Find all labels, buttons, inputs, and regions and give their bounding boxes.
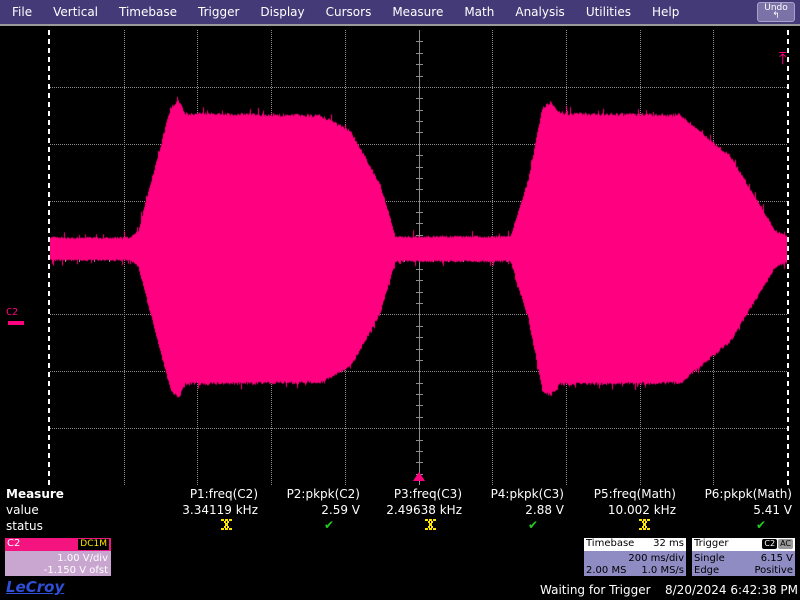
menu-item-trigger[interactable]: Trigger — [189, 6, 248, 18]
measure-column-value: 2.59 V — [321, 504, 360, 516]
trigger-level: 6.15 V — [761, 554, 793, 564]
measure-column-name[interactable]: P2:pkpk(C2) — [287, 488, 360, 500]
undo-arrow-icon: ↰ — [758, 12, 794, 20]
channel-offset-marker-label[interactable]: C2 — [6, 308, 18, 318]
menu-item-utilities[interactable]: Utilities — [577, 6, 640, 18]
measure-column-value: 2.88 V — [525, 504, 564, 516]
channel-descriptor-c2[interactable]: C2 DC1M 1.00 V/div -1.150 V ofst — [4, 537, 112, 577]
trigger-mode: Single — [694, 554, 725, 564]
waveform-display[interactable]: C2 ⤒ — [0, 24, 800, 486]
trigger-slope: Positive — [754, 566, 793, 576]
trigger-descriptor[interactable]: Trigger C2AC Single 6.15 V Edge Positive — [691, 537, 796, 577]
trigger-type: Edge — [694, 566, 719, 576]
measure-status-warning-icon — [639, 519, 650, 532]
oscilloscope-screen: File Vertical Timebase Trigger Display C… — [0, 0, 800, 600]
trigger-level-marker[interactable]: ⤒ — [779, 51, 787, 68]
menu-item-help[interactable]: Help — [643, 6, 688, 18]
grid-top-frame — [0, 24, 800, 26]
channel-name: C2 — [7, 539, 20, 549]
trigger-source-badge[interactable]: C2 — [762, 539, 777, 549]
measure-table: Measure value status P1:freq(C2) 3.34119 … — [0, 487, 800, 535]
channel-offset: -1.150 V ofst — [44, 566, 108, 576]
trigger-header: Trigger C2AC — [692, 538, 795, 551]
menu-item-vertical[interactable]: Vertical — [44, 6, 107, 18]
menu-item-timebase[interactable]: Timebase — [110, 6, 186, 18]
menu-item-cursors[interactable]: Cursors — [317, 6, 381, 18]
measure-status-warning-icon — [425, 519, 436, 532]
warning-glyph — [425, 519, 436, 530]
status-timestamp: 8/20/2024 6:42:38 PM — [665, 584, 798, 596]
measure-status-ok-icon: ✔ — [528, 519, 538, 531]
timebase-descriptor[interactable]: Timebase 32 ms 200 ms/div 2.00 MS 1.0 MS… — [583, 537, 687, 577]
trigger-coupling-badge[interactable]: AC — [778, 539, 793, 549]
menu-item-measure[interactable]: Measure — [383, 6, 452, 18]
menu-item-display[interactable]: Display — [251, 6, 313, 18]
measure-status-warning-icon — [221, 519, 232, 532]
menu-item-math[interactable]: Math — [455, 6, 503, 18]
measure-row-status: status — [6, 520, 43, 532]
grid-edge-right — [787, 30, 789, 485]
trigger-position-marker[interactable] — [413, 472, 425, 481]
measure-column-value: 5.41 V — [753, 504, 792, 516]
timebase-timediv: 200 ms/div — [628, 554, 684, 564]
measure-status-ok-icon: ✔ — [756, 519, 766, 531]
timebase-header: Timebase 32 ms — [584, 538, 686, 551]
measure-status-ok-icon: ✔ — [324, 519, 334, 531]
measure-column-value: 3.34119 kHz — [182, 504, 258, 516]
waveform-trace-c2 — [50, 30, 787, 485]
measure-column-name[interactable]: P1:freq(C2) — [190, 488, 258, 500]
warning-glyph — [639, 519, 650, 530]
menu-bar: File Vertical Timebase Trigger Display C… — [0, 0, 800, 24]
measure-row-header: Measure — [6, 488, 64, 500]
measure-column-name[interactable]: P5:freq(Math) — [594, 488, 676, 500]
timebase-samplerate: 1.0 MS/s — [641, 566, 684, 576]
measure-row-value: value — [6, 504, 39, 516]
timebase-title: Timebase — [586, 539, 634, 549]
status-bar: Waiting for Trigger 8/20/2024 6:42:38 PM — [0, 580, 800, 600]
channel-coupling-badge[interactable]: DC1M — [78, 539, 109, 550]
status-message: Waiting for Trigger — [540, 584, 651, 596]
measure-column-name[interactable]: P6:pkpk(Math) — [705, 488, 792, 500]
timebase-delay: 32 ms — [653, 539, 684, 549]
measure-column-value: 10.002 kHz — [608, 504, 676, 516]
timebase-memory: 2.00 MS — [586, 566, 626, 576]
channel-offset-marker-handle[interactable] — [8, 321, 24, 325]
menu-item-file[interactable]: File — [3, 6, 41, 18]
menu-item-analysis[interactable]: Analysis — [506, 6, 573, 18]
undo-button[interactable]: Undo ↰ — [757, 2, 795, 22]
trigger-title: Trigger — [694, 539, 729, 549]
measure-column-name[interactable]: P4:pkpk(C3) — [491, 488, 564, 500]
channel-descriptor-header: C2 DC1M — [5, 538, 111, 551]
channel-voltsdiv: 1.00 V/div — [57, 554, 108, 564]
trigger-badges: C2AC — [761, 539, 793, 549]
measure-column-value: 2.49638 kHz — [386, 504, 462, 516]
measure-column-name[interactable]: P3:freq(C3) — [394, 488, 462, 500]
warning-glyph — [221, 519, 232, 530]
